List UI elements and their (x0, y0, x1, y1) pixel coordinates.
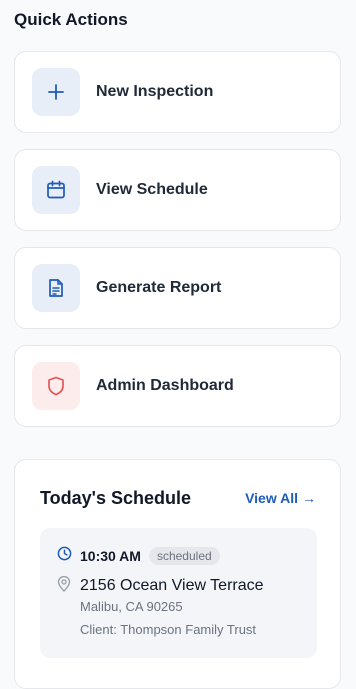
status-badge: scheduled (148, 547, 220, 565)
plus-icon (32, 68, 80, 116)
admin-dashboard-label: Admin Dashboard (96, 377, 234, 394)
calendar-icon (32, 166, 80, 214)
appointment-client: Client: Thompson Family Trust (80, 622, 257, 637)
view-all-label: View All (245, 490, 298, 506)
new-inspection-button[interactable]: New Inspection (14, 51, 341, 133)
appointment-time-row: 10:30 AM scheduled (57, 546, 220, 566)
view-schedule-button[interactable]: View Schedule (14, 149, 341, 231)
quick-actions-title: Quick Actions (14, 10, 128, 29)
todays-schedule-card: Today's Schedule View All → 10:30 AM sch… (14, 459, 341, 689)
generate-report-button[interactable]: Generate Report (14, 247, 341, 329)
location-pin-icon (57, 575, 71, 637)
view-all-link[interactable]: View All → (245, 490, 316, 506)
appointment-time: 10:30 AM (80, 548, 141, 564)
appointment-address-row: 2156 Ocean View Terrace Malibu, CA 90265… (57, 575, 264, 637)
new-inspection-label: New Inspection (96, 83, 214, 100)
generate-report-label: Generate Report (96, 279, 222, 296)
schedule-title: Today's Schedule (40, 488, 191, 508)
appointment-city: Malibu, CA 90265 (80, 599, 183, 614)
appointment-address: 2156 Ocean View Terrace (80, 577, 264, 594)
admin-dashboard-button[interactable]: Admin Dashboard (14, 345, 341, 427)
shield-icon (32, 362, 80, 410)
document-icon (32, 264, 80, 312)
address-block: 2156 Ocean View Terrace Malibu, CA 90265… (80, 576, 264, 637)
view-schedule-label: View Schedule (96, 181, 208, 198)
arrow-right-icon: → (302, 490, 316, 506)
appointment-card[interactable]: 10:30 AM scheduled 2156 Ocean View Terra… (40, 528, 317, 658)
clock-icon (57, 546, 72, 566)
